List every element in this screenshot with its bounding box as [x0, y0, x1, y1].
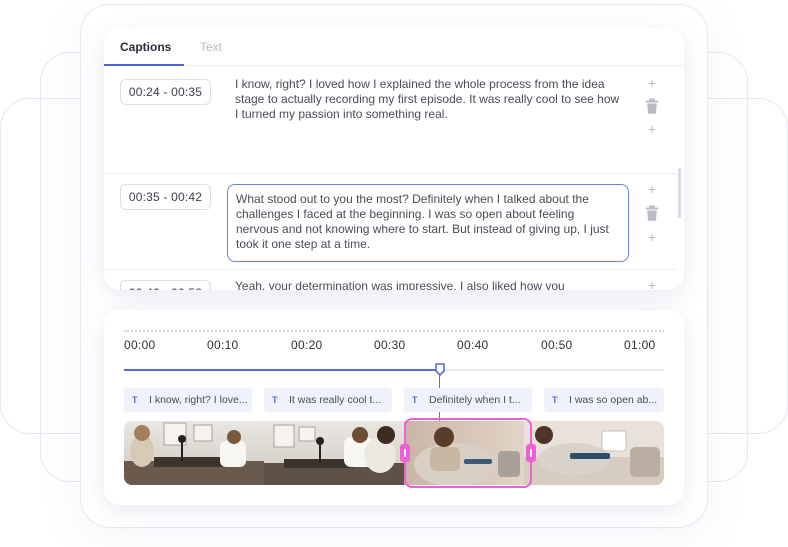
clip-trim-handle-left[interactable] — [400, 444, 410, 462]
caption-text-editor[interactable]: What stood out to you the most? Definite… — [227, 184, 629, 262]
caption-time-range[interactable]: 00:35 - 00:42 — [120, 184, 211, 210]
video-frame — [524, 421, 664, 485]
caption-list-scrollbar[interactable] — [678, 168, 681, 218]
caption-chip-label: I was so open ab... — [569, 394, 658, 406]
caption-text[interactable]: I know, right? I loved how I explained t… — [235, 77, 621, 122]
caption-chip-label: It was really cool t... — [289, 394, 382, 406]
caption-chip[interactable]: T Definitely when I t... — [404, 388, 532, 412]
trash-icon[interactable] — [645, 205, 659, 221]
timeline-tick-label: 00:10 — [207, 338, 239, 352]
caption-chip-label: Definitely when I t... — [429, 394, 521, 406]
tab-text[interactable]: Text — [200, 40, 222, 54]
caption-chip[interactable]: T I was so open ab... — [544, 388, 664, 412]
clip-trim-handle-right[interactable] — [526, 444, 536, 462]
plus-icon[interactable]: + — [645, 122, 659, 136]
video-frame — [264, 421, 404, 485]
timeline-ruler — [124, 330, 664, 332]
trash-icon[interactable] — [645, 98, 659, 114]
timeline-progress — [124, 369, 440, 371]
timeline-tick-label: 01:00 — [624, 338, 656, 352]
plus-icon[interactable]: + — [645, 182, 659, 196]
timeline-tick-label: 00:00 — [124, 338, 156, 352]
caption-text[interactable]: Yeah, your determination was impressive.… — [235, 279, 621, 290]
plus-icon[interactable]: + — [645, 76, 659, 90]
timeline-tick-label: 00:50 — [541, 338, 573, 352]
timeline-panel: 00:00 00:10 00:20 00:30 00:40 00:50 01:0… — [104, 310, 684, 505]
plus-icon[interactable]: + — [645, 230, 659, 244]
selected-clip-frame[interactable] — [400, 418, 536, 488]
caption-row: 00:42 - 00:58 Yeah, your determination w… — [104, 270, 676, 290]
caption-list[interactable]: 00:24 - 00:35 I know, right? I loved how… — [104, 66, 676, 290]
caption-chip[interactable]: T I know, right? I love... — [124, 388, 252, 412]
text-t-icon: T — [552, 395, 558, 405]
text-t-icon: T — [412, 395, 418, 405]
tab-captions[interactable]: Captions — [120, 40, 171, 54]
timeline-tick-label: 00:30 — [374, 338, 406, 352]
text-t-icon: T — [272, 395, 278, 405]
captions-panel: Captions Text 00:24 - 00:35 I know, righ… — [104, 28, 684, 290]
video-thumbnail-strip[interactable] — [124, 421, 664, 485]
tab-bar: Captions Text — [104, 28, 684, 66]
caption-row: 00:24 - 00:35 I know, right? I loved how… — [104, 66, 676, 173]
caption-time-range[interactable]: 00:42 - 00:58 — [120, 280, 211, 290]
playhead-marker-icon[interactable] — [435, 363, 445, 376]
caption-chip-label: I know, right? I love... — [149, 394, 248, 406]
caption-time-range[interactable]: 00:24 - 00:35 — [120, 79, 211, 105]
timeline-tick-label: 00:40 — [457, 338, 489, 352]
text-t-icon: T — [132, 395, 138, 405]
plus-icon[interactable]: + — [645, 278, 659, 290]
timeline-tick-label: 00:20 — [291, 338, 323, 352]
caption-row-selected: 00:35 - 00:42 What stood out to you the … — [104, 174, 676, 269]
video-frame — [124, 421, 264, 485]
caption-chip[interactable]: T It was really cool t... — [264, 388, 392, 412]
